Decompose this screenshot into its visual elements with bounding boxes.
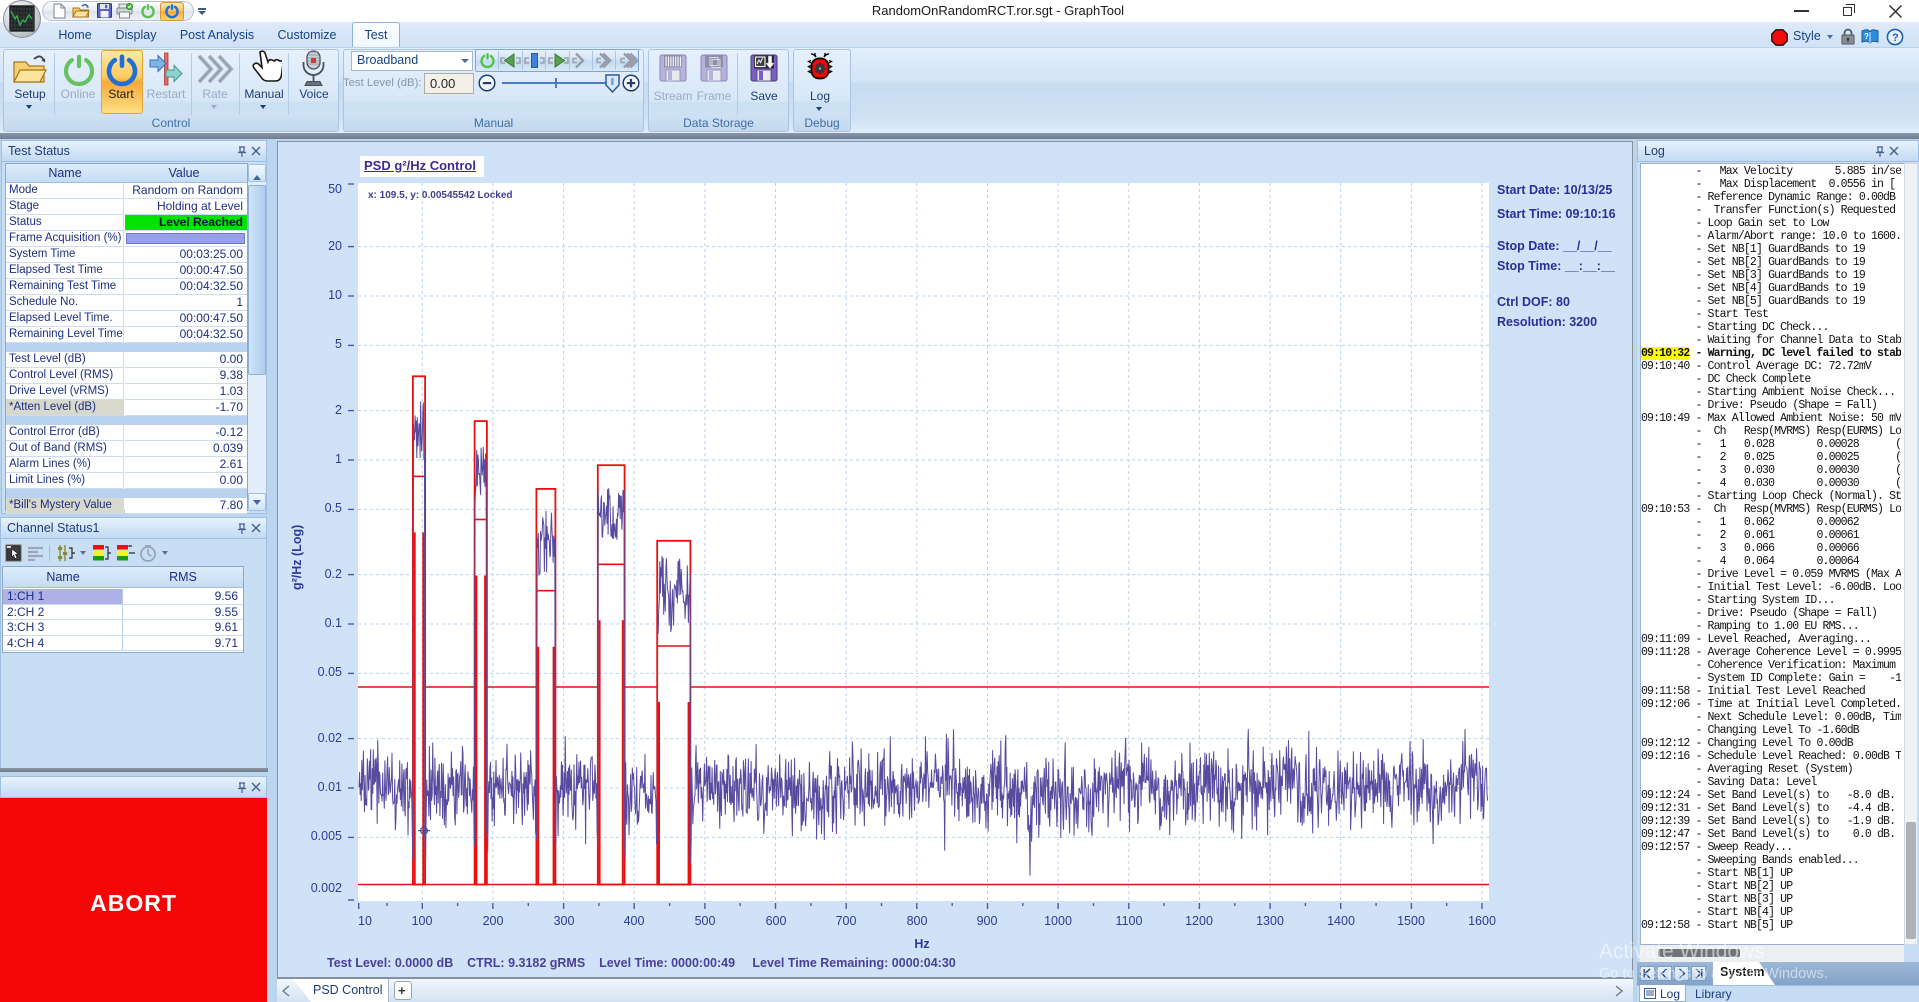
svg-text:?: ? [1892,32,1899,44]
svg-text:?: ? [1864,32,1869,41]
